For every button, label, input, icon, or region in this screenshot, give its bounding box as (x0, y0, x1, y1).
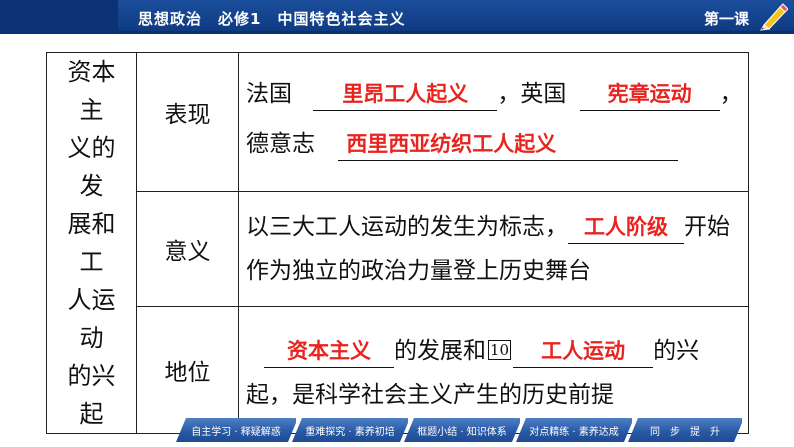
status-line-2: 起，是科学社会主义产生的历史前提 (246, 381, 614, 408)
blank-france[interactable]: 里昂工人起义 (313, 79, 498, 111)
lesson-title: 第一课 (704, 10, 750, 28)
answer-workers-movement: 工人运动 (541, 338, 626, 363)
nav-practice[interactable]: 对点精练 · 素养达成 (516, 418, 634, 442)
nav-sync-improve[interactable]: 同 步 提 升 (628, 418, 744, 442)
status-line-1: 资本主义 的发展和 10 工人运动 的兴 (246, 329, 742, 373)
blank-workers-movement[interactable]: 工人运动 (513, 336, 654, 368)
blank-britain[interactable]: 宪章运动 (579, 79, 720, 111)
answer-working-class: 工人阶级 (584, 214, 668, 239)
label-france: 法国 (246, 80, 292, 107)
row-label-performance: 表现 (136, 52, 239, 192)
row-label-status: 地位 (136, 305, 239, 435)
question-number: 10 (488, 339, 512, 360)
answer-capitalism: 资本主义 (287, 338, 371, 363)
nav-self-study[interactable]: 自主学习 · 释疑解惑 (176, 418, 298, 442)
performance-content: 法国 里昂工人起义 ，英国 宪章运动 ， 德意志 西里西亚纺织工人起义 (238, 52, 749, 192)
blank-capitalism[interactable]: 资本主义 (264, 336, 394, 368)
status-text-end: 的兴 (653, 337, 700, 364)
significance-text-end: 开始 (684, 213, 730, 240)
answer-chartist-movement: 宪章运动 (607, 81, 692, 106)
performance-line-2: 德意志 西里西亚纺织工人起义 (246, 122, 742, 172)
label-britain: ，英国 (497, 80, 567, 107)
main-topic-line: 人运动 (67, 286, 116, 352)
punctuation: ， (719, 80, 743, 107)
row-label-significance: 意义 (136, 190, 239, 307)
answer-lyon-uprising: 里昂工人起义 (342, 81, 469, 106)
blank-germany[interactable]: 西里西亚纺织工人起义 (338, 129, 679, 161)
content-table: 资本主 义的发 展和工 人运动 的兴起 表现 法国 里昂工人起义 ，英国 宪章运动… (46, 52, 749, 435)
significance-line-2: 作为独立的政治力量登上历史舞台 (246, 257, 591, 284)
header-left-block (0, 0, 118, 34)
footer-nav: 自主学习 · 释疑解惑 重难探究 · 素养初培 框题小结 · 知识体系 对点精练… (176, 418, 738, 442)
main-topic-line: 的兴起 (67, 362, 116, 428)
significance-line-1: 以三大工人运动的发生为标志， 工人阶级 开始 (246, 205, 742, 249)
main-topic-line: 资本主 (67, 58, 116, 124)
significance-text: 以三大工人运动的发生为标志， (246, 213, 568, 240)
nav-key-difficulties[interactable]: 重难探究 · 素养初培 (292, 418, 410, 442)
main-topic-cell: 资本主 义的发 展和工 人运动 的兴起 (46, 52, 137, 434)
status-text: 的发展和 (394, 337, 486, 364)
main-topic-line: 义的发 (67, 134, 116, 200)
performance-line-1: 法国 里昂工人起义 ，英国 宪章运动 ， (246, 72, 743, 122)
blank-working-class[interactable]: 工人阶级 (568, 212, 684, 244)
pencil-icon (760, 3, 788, 31)
answer-silesian-uprising: 西里西亚纺织工人起义 (346, 131, 557, 156)
main-topic-line: 展和工 (67, 210, 116, 276)
course-title: 思想政治 必修1 中国特色社会主义 (138, 10, 406, 28)
label-germany: 德意志 (246, 130, 315, 157)
header-bar: 思想政治 必修1 中国特色社会主义 第一课 (0, 0, 794, 34)
status-content: 资本主义 的发展和 10 工人运动 的兴 起，是科学社会主义产生的历史前提 (238, 305, 749, 435)
significance-content: 以三大工人运动的发生为标志， 工人阶级 开始 作为独立的政治力量登上历史舞台 (238, 190, 749, 307)
nav-summary[interactable]: 框题小结 · 知识体系 (404, 418, 522, 442)
